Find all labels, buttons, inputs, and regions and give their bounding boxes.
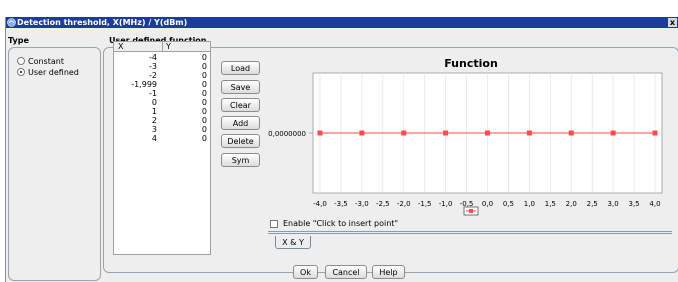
table-row[interactable]: -3 0 xyxy=(114,62,210,71)
data-point[interactable] xyxy=(443,130,449,136)
table-header: X Y xyxy=(114,42,210,52)
data-point[interactable] xyxy=(401,130,407,136)
save-button[interactable]: Save xyxy=(221,80,260,94)
radio-constant-label: Constant xyxy=(28,56,64,66)
column-header-y[interactable]: Y xyxy=(166,42,171,51)
tab-divider-bottom xyxy=(268,233,672,234)
x-tick-label: 2,5 xyxy=(587,200,598,208)
x-tick-label: -3,0 xyxy=(355,200,369,208)
x-tick-label: 4,0 xyxy=(649,200,660,208)
tab-divider-top xyxy=(268,231,672,232)
add-button[interactable]: Add xyxy=(221,116,260,130)
clear-button[interactable]: Clear xyxy=(221,98,260,112)
table-row[interactable]: 30 xyxy=(114,125,210,134)
data-point[interactable] xyxy=(526,130,532,136)
close-icon[interactable]: x xyxy=(668,18,677,27)
data-point[interactable] xyxy=(485,130,490,136)
x-tick-label: 0,0 xyxy=(482,200,493,208)
x-tick-label: -2,0 xyxy=(397,200,411,208)
sym-button[interactable]: Sym xyxy=(221,153,260,167)
x-tick-label: -1,0 xyxy=(439,200,453,208)
enable-click-insert-label: Enable "Click to insert point" xyxy=(283,219,399,228)
radio-user-defined-row[interactable]: User defined xyxy=(17,67,79,77)
app-icon xyxy=(7,18,16,27)
ok-button[interactable]: Ok xyxy=(293,265,318,279)
x-tick-label: -4,0 xyxy=(313,200,327,208)
cancel-button[interactable]: Cancel xyxy=(325,265,367,279)
data-point[interactable] xyxy=(568,130,574,136)
y-tick-label: 0,0000000 xyxy=(268,130,306,138)
radio-user-defined[interactable] xyxy=(17,68,25,76)
window-title: Detection threshold, X(MHz) / Y(dBm) xyxy=(17,18,188,27)
data-point[interactable] xyxy=(610,130,616,136)
data-point[interactable] xyxy=(652,130,658,136)
table-row[interactable]: 10 xyxy=(114,107,210,116)
x-tick-label: -2,5 xyxy=(376,200,390,208)
help-button[interactable]: Help xyxy=(372,265,405,279)
table-row[interactable]: -4 0 xyxy=(114,53,210,62)
radio-user-defined-label: User defined xyxy=(28,67,79,77)
points-table[interactable]: X Y -4 0 -3 0 -2 0 -1,999 0 -1 0 00 10 20 30 … xyxy=(113,41,211,255)
title-bar[interactable]: Detection threshold, X(MHz) / Y(dBm) x xyxy=(6,17,678,28)
x-tick-label: 3,0 xyxy=(608,200,619,208)
type-group-label: Type xyxy=(8,36,29,45)
table-row[interactable]: 20 xyxy=(114,116,210,125)
radio-constant[interactable] xyxy=(17,57,25,65)
load-button[interactable]: Load xyxy=(221,61,260,75)
radio-constant-row[interactable]: Constant xyxy=(17,56,64,66)
column-header-x[interactable]: X xyxy=(118,42,123,51)
chart-title: Function xyxy=(444,57,498,70)
enable-click-insert-checkbox[interactable] xyxy=(270,220,278,228)
x-tick-label: 2,0 xyxy=(566,200,577,208)
table-row[interactable]: -1 0 xyxy=(114,89,210,98)
data-point[interactable] xyxy=(359,130,365,136)
type-panel: Constant User defined xyxy=(8,47,101,281)
x-tick-label: 1,5 xyxy=(545,200,556,208)
table-row[interactable]: -1,999 0 xyxy=(114,80,210,89)
table-row[interactable]: 40 xyxy=(114,134,210,143)
data-point[interactable] xyxy=(317,130,323,136)
delete-button[interactable]: Delete xyxy=(221,134,260,148)
function-chart[interactable]: Function -4,0 -3,5 -3,0 -2,5 -2,0 -1,5 -1,0 -0,… xyxy=(262,52,672,220)
x-tick-label: -1,5 xyxy=(418,200,432,208)
x-tick-label: 1,0 xyxy=(524,200,535,208)
tab-x-and-y[interactable]: X & Y xyxy=(275,236,311,249)
x-tick-label: -3,5 xyxy=(334,200,348,208)
x-tick-label: 0,5 xyxy=(503,200,514,208)
x-tick-label: 3,5 xyxy=(628,200,639,208)
table-row[interactable]: 00 xyxy=(114,98,210,107)
legend-swatch-marker xyxy=(469,209,473,213)
table-row[interactable]: -2 0 xyxy=(114,71,210,80)
